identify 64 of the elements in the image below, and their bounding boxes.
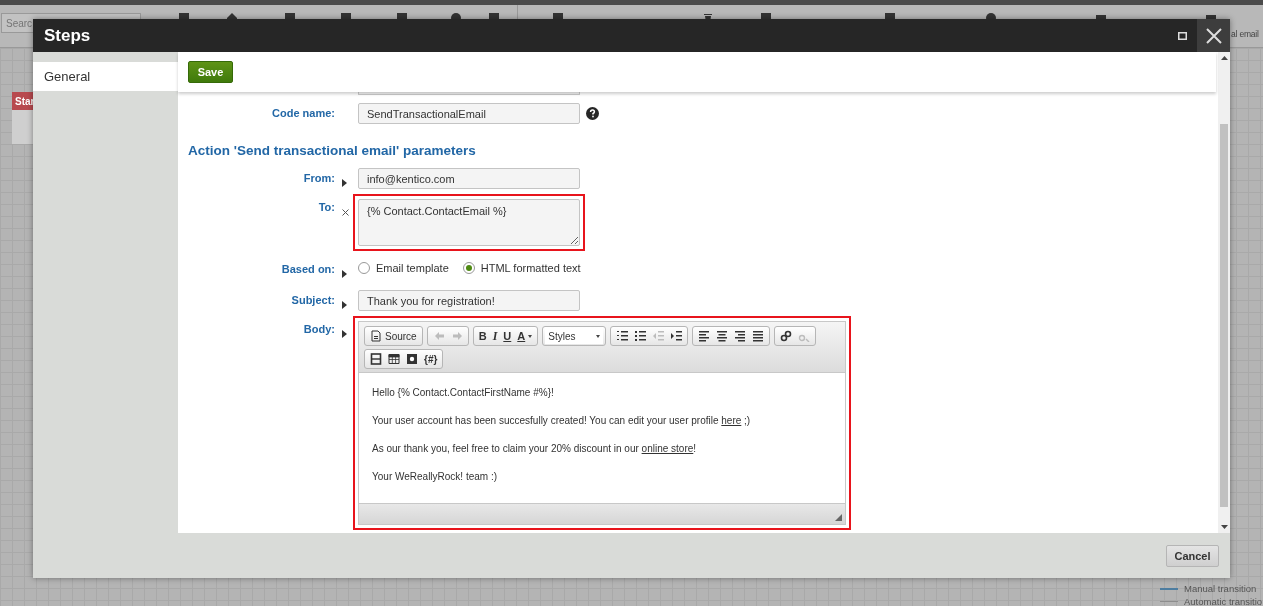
sidebar-tab[interactable]: General	[33, 62, 178, 91]
numbered-list-icon	[616, 330, 629, 342]
input-field[interactable]: SendTransactionalEmail	[358, 103, 580, 124]
paragraph: As our thank you, feel free to claim your 20% discount in our online store!	[372, 442, 698, 456]
section-heading: Action 'Send transactional email' parameters	[188, 143, 477, 158]
triangle-icon[interactable]	[342, 301, 347, 309]
styles-dropdown[interactable]: Styles	[545, 328, 604, 344]
bold-button[interactable]: B	[475, 328, 490, 344]
justify-icon	[752, 330, 765, 342]
field-label: Code name:	[271, 106, 336, 119]
italic-button[interactable]: I	[489, 328, 501, 344]
page-break-icon	[370, 353, 382, 365]
link[interactable]: here	[721, 415, 742, 426]
radio-option[interactable]: Email template	[358, 262, 449, 274]
help-icon[interactable]	[586, 107, 599, 120]
save-button[interactable]: Save	[188, 61, 233, 83]
dialog-title: Steps	[43, 25, 92, 46]
align-left-icon	[698, 330, 711, 342]
field-label: From:	[302, 171, 336, 184]
triangle-icon[interactable]	[342, 270, 347, 278]
table-button[interactable]	[385, 351, 403, 367]
scrollbar[interactable]	[1218, 52, 1230, 533]
align-center-icon	[716, 330, 729, 342]
underline-button[interactable]: U	[500, 328, 515, 344]
align-right-icon	[734, 330, 747, 342]
macro-button[interactable]: {#}	[421, 351, 441, 367]
maximize-icon[interactable]	[1178, 31, 1187, 40]
redo-icon	[450, 330, 463, 342]
text-area[interactable]: {% Contact.ContactEmail %}	[358, 199, 580, 246]
paragraph: Your WeReallyRock! team :)	[372, 470, 499, 484]
close-button[interactable]	[1197, 19, 1230, 52]
resize-grip-icon[interactable]	[835, 514, 842, 521]
radio-button[interactable]	[462, 262, 475, 274]
legend-label: Manual transition	[1184, 583, 1257, 594]
input-field[interactable]	[358, 92, 580, 95]
link-icon	[780, 330, 793, 342]
cancel-button[interactable]: Cancel	[1166, 544, 1219, 567]
triangle-icon[interactable]	[342, 330, 347, 338]
scrollbar-thumb[interactable]	[1220, 124, 1228, 507]
paragraph: Your user account has been succesfully created! You can edit your user profile here ;)	[372, 414, 752, 428]
scroll-down-icon[interactable]	[1220, 525, 1228, 529]
outdent-icon	[652, 330, 665, 342]
input-field[interactable]: info@kentico.com	[358, 168, 580, 189]
close-icon	[1205, 27, 1222, 44]
field-label: Subject:	[290, 293, 336, 306]
source-button[interactable]: Source	[367, 328, 420, 344]
gear-square-icon	[406, 353, 418, 365]
input-field[interactable]: Thank you for registration!	[358, 290, 580, 311]
bullet-list-icon	[634, 330, 647, 342]
field-label: Body:	[302, 322, 336, 335]
field-label: To:	[317, 200, 336, 213]
paragraph: Hello {% Contact.ContactFirstName #%}!	[372, 386, 555, 400]
triangle-icon[interactable]	[342, 179, 347, 187]
close-icon[interactable]	[342, 209, 349, 216]
field-label: Based on:	[280, 262, 336, 275]
step-label: al email	[1231, 29, 1259, 39]
scroll-up-icon[interactable]	[1220, 56, 1228, 60]
text-color-button[interactable]: A	[514, 328, 536, 344]
indent-icon	[670, 330, 683, 342]
radio-option[interactable]: HTML formatted text	[462, 262, 581, 274]
document-icon	[370, 330, 382, 342]
legend-label: Automatic transitio	[1184, 596, 1263, 606]
radio-button[interactable]	[358, 262, 370, 274]
table-icon	[388, 353, 400, 365]
